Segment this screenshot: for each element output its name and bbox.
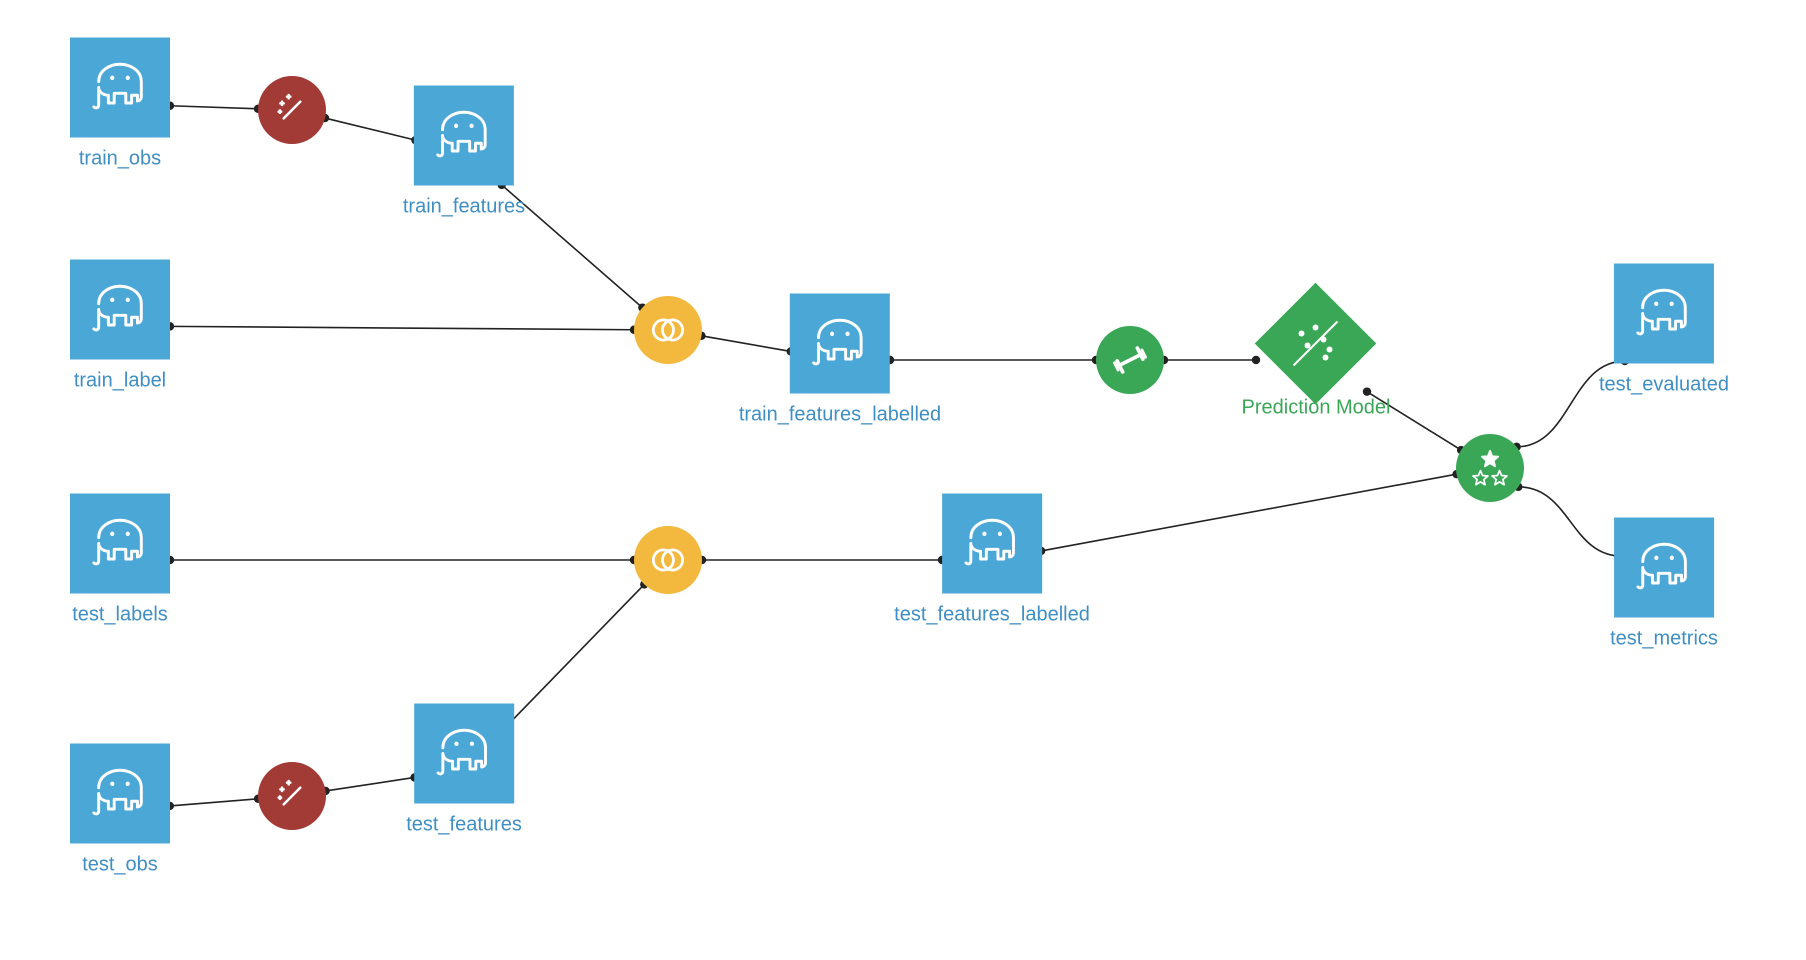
node-label: test_metrics bbox=[1610, 628, 1718, 651]
stars-icon bbox=[1456, 434, 1524, 502]
node-recipe_test[interactable] bbox=[258, 762, 326, 830]
postgres-icon bbox=[790, 294, 890, 394]
node-join_test[interactable] bbox=[634, 526, 702, 594]
node-test_obs[interactable]: test_obs bbox=[70, 744, 170, 877]
node-test_features_labelled[interactable]: test_features_labelled bbox=[894, 494, 1090, 627]
node-label: test_labels bbox=[72, 604, 168, 627]
node-train_obs[interactable]: train_obs bbox=[70, 38, 170, 171]
node-test_features[interactable]: test_features bbox=[406, 704, 522, 837]
node-train_label[interactable]: train_label bbox=[70, 260, 170, 393]
node-train_features_labelled[interactable]: train_features_labelled bbox=[739, 294, 941, 427]
node-label: test_obs bbox=[82, 854, 158, 877]
postgres-icon bbox=[70, 38, 170, 138]
postgres-icon bbox=[70, 494, 170, 594]
dice-icon bbox=[1255, 283, 1377, 405]
postgres-icon bbox=[414, 86, 514, 186]
flow-canvas[interactable]: train_obs train_features train_label bbox=[0, 0, 1806, 960]
node-label: train_features_labelled bbox=[739, 404, 941, 427]
node-train_model[interactable] bbox=[1096, 326, 1164, 394]
wand-icon bbox=[258, 762, 326, 830]
node-label: train_obs bbox=[79, 148, 161, 171]
postgres-icon bbox=[414, 704, 514, 804]
venn-icon bbox=[634, 296, 702, 364]
node-join_train[interactable] bbox=[634, 296, 702, 364]
node-prediction_model[interactable]: Prediction Model bbox=[1242, 301, 1391, 420]
node-test_metrics[interactable]: test_metrics bbox=[1610, 518, 1718, 651]
wand-icon bbox=[258, 76, 326, 144]
node-eval[interactable] bbox=[1456, 434, 1524, 502]
node-recipe_train[interactable] bbox=[258, 76, 326, 144]
node-label: train_label bbox=[74, 370, 166, 393]
node-test_labels[interactable]: test_labels bbox=[70, 494, 170, 627]
barbell-icon bbox=[1096, 326, 1164, 394]
node-label: test_features bbox=[406, 814, 522, 837]
postgres-icon bbox=[70, 744, 170, 844]
node-test_evaluated[interactable]: test_evaluated bbox=[1599, 264, 1729, 397]
node-train_features[interactable]: train_features bbox=[403, 86, 525, 219]
postgres-icon bbox=[1614, 264, 1714, 364]
venn-icon bbox=[634, 526, 702, 594]
postgres-icon bbox=[942, 494, 1042, 594]
node-label: train_features bbox=[403, 196, 525, 219]
node-label: test_features_labelled bbox=[894, 604, 1090, 627]
postgres-icon bbox=[1614, 518, 1714, 618]
node-label: test_evaluated bbox=[1599, 374, 1729, 397]
postgres-icon bbox=[70, 260, 170, 360]
